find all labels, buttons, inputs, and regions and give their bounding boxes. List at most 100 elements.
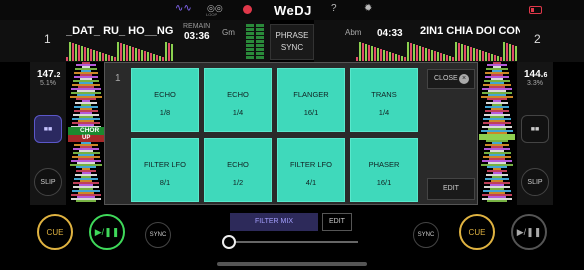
record-icon[interactable] <box>243 5 252 14</box>
waveform-bar <box>114 57 116 61</box>
mixer-edit-button[interactable]: EDIT <box>322 213 352 231</box>
waveform-bar <box>398 55 400 61</box>
meter-segment <box>256 36 264 39</box>
deck-right-overview-waveform[interactable] <box>356 42 520 62</box>
waveform-slice <box>487 200 507 202</box>
waveform-bar <box>168 43 170 61</box>
waveform-bar <box>479 50 481 61</box>
waveform-bar <box>102 53 104 61</box>
waveform-icon[interactable]: ∿∿ <box>175 3 192 14</box>
fx-pad-panel: 1 ECHO 1/8 ECHO 1/4 FLANGER 16/1 TRANS 1/4 FILTE… <box>104 62 478 205</box>
deck-left-pitch: 5.1% <box>40 80 56 87</box>
fx-pad-6[interactable]: ECHO 1/2 <box>204 138 272 202</box>
fx-pad-effect-name: PHASER <box>368 160 400 169</box>
waveform-bar <box>401 56 403 61</box>
meter-segment <box>256 48 264 51</box>
meter-segment <box>246 36 254 39</box>
meter-segment <box>246 52 254 55</box>
waveform-bar <box>437 52 439 61</box>
waveform-bar <box>491 54 493 61</box>
waveform-bar <box>485 52 487 61</box>
deck-left-track-title[interactable]: _DAT_ RU_ HO__NG I <box>66 25 176 37</box>
crossfader-track[interactable] <box>228 241 358 243</box>
waveform-bar <box>138 49 140 61</box>
deck-left-number: 1 <box>44 32 51 46</box>
fx-pad-beat-value: 1/4 <box>378 108 390 117</box>
deck-right-sync-button[interactable]: SYNC <box>413 222 439 248</box>
waveform-bar <box>395 54 397 61</box>
crossfader-knob[interactable] <box>222 235 236 249</box>
waveform-bar <box>443 54 445 61</box>
fx-pad-7[interactable]: FILTER LFO 4/1 <box>277 138 345 202</box>
waveform-bar <box>419 46 421 61</box>
waveform-bar <box>383 50 385 61</box>
waveform-bar <box>93 50 95 61</box>
filter-mix-button[interactable]: FILTER MIX <box>230 213 318 231</box>
deck-left-time: 03:36 <box>184 31 210 42</box>
battery-icon <box>529 6 542 14</box>
waveform-bar <box>144 51 146 61</box>
waveform-bar <box>126 45 128 61</box>
deck-left-bpm: 147.2 <box>37 69 60 80</box>
settings-icon[interactable]: ✹ <box>364 3 372 14</box>
fx-pad-3[interactable]: FLANGER 16/1 <box>277 68 345 132</box>
deck-left-play-pause-button[interactable]: ▶/❚❚ <box>89 214 125 250</box>
waveform-bar <box>150 53 152 61</box>
deck-right-bpm-value: 144. <box>524 69 544 80</box>
meter-segment <box>256 44 264 47</box>
fx-pad-8[interactable]: PHASER 16/1 <box>350 138 418 202</box>
waveform-bar <box>455 42 457 61</box>
waveform-bar <box>515 46 517 61</box>
meter-segment <box>246 24 254 27</box>
waveform-bar <box>482 51 484 61</box>
waveform-bar <box>452 57 454 61</box>
app-logo: WeDJ <box>274 3 312 18</box>
fx-pad-5[interactable]: FILTER LFO 8/1 <box>131 138 199 202</box>
fx-pad-1[interactable]: ECHO 1/8 <box>131 68 199 132</box>
deck-right-track-title[interactable]: 2IN1 CHIA DOI CON I <box>420 25 520 37</box>
waveform-bar <box>356 57 358 61</box>
fx-panel-number: 1 <box>115 73 121 84</box>
meter-segment <box>256 24 264 27</box>
phrase-sync-button[interactable]: PHRASE SYNC <box>270 24 314 60</box>
fx-edit-button[interactable]: EDIT <box>427 178 475 200</box>
meter-segment <box>246 56 254 59</box>
waveform-bar <box>389 52 391 61</box>
deck-right-slip-button[interactable]: SLIP <box>521 168 549 196</box>
waveform-bar <box>72 43 74 61</box>
deck-right-pad-mode-button[interactable]: ■■ <box>521 115 549 143</box>
deck-right-cue-button[interactable]: CUE <box>459 214 495 250</box>
waveform-bar <box>434 51 436 61</box>
deck-left-pad-mode-button[interactable]: ■■ <box>34 115 62 143</box>
fx-pad-2[interactable]: ECHO 1/4 <box>204 68 272 132</box>
waveform-bar <box>359 42 361 61</box>
phrase-sync-line2: SYNC <box>280 43 304 52</box>
fx-pad-beat-value: 8/1 <box>159 178 171 187</box>
fx-pad-beat-value: 1/2 <box>232 178 244 187</box>
deck-left-up-label: UP <box>68 135 104 142</box>
deck-left-loop-label: CHOR <box>68 127 104 135</box>
deck-left-overview-waveform[interactable] <box>66 42 176 62</box>
deck-right-number: 2 <box>534 32 541 46</box>
waveform-bar <box>506 43 508 61</box>
waveform-bar <box>404 57 406 61</box>
deck-left-cue-button[interactable]: CUE <box>37 214 73 250</box>
waveform-bar <box>81 46 83 61</box>
waveform-bar <box>132 47 134 61</box>
deck-right-play-pause-button[interactable]: ▶/❚❚ <box>511 214 547 250</box>
fx-pad-4[interactable]: TRANS 1/4 <box>350 68 418 132</box>
deck-left-slip-button[interactable]: SLIP <box>34 168 62 196</box>
waveform-bar <box>90 49 92 61</box>
loop-mini-label: LOOP <box>206 12 218 17</box>
waveform-bar <box>96 51 98 61</box>
waveform-bar <box>371 46 373 61</box>
close-button[interactable]: CLOSE × <box>427 69 475 89</box>
deck-left-remain-label: REMAIN <box>183 23 211 30</box>
waveform-bar <box>494 55 496 61</box>
deck-left-sync-button[interactable]: SYNC <box>145 222 171 248</box>
waveform-bar <box>497 56 499 61</box>
waveform-bar <box>392 53 394 61</box>
help-icon[interactable]: ? <box>331 3 337 14</box>
waveform-bar <box>377 48 379 61</box>
waveform-bar <box>431 50 433 61</box>
